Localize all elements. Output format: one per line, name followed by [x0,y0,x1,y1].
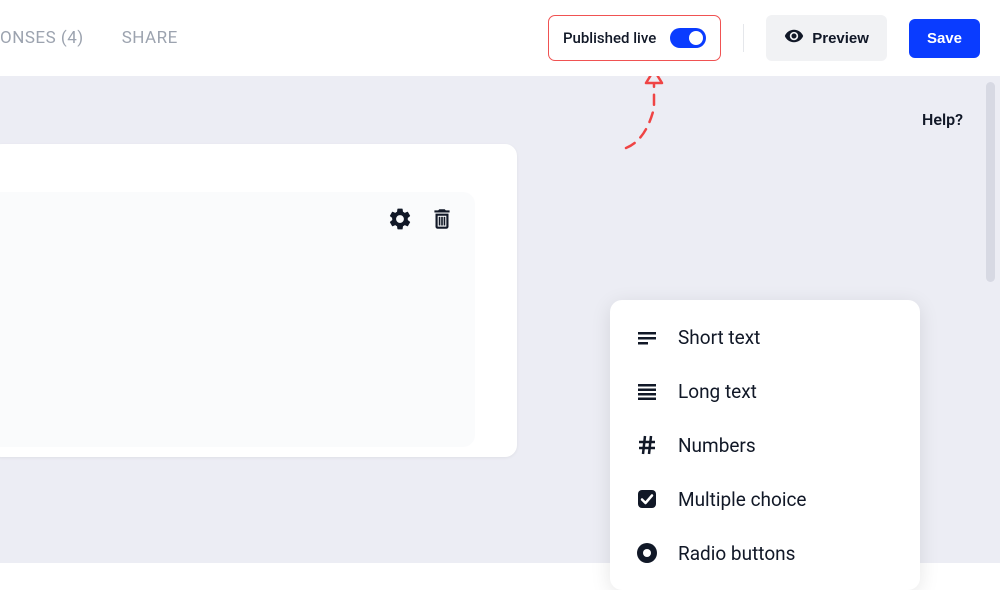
publish-toggle[interactable] [670,28,706,48]
divider [743,24,744,52]
dd-item-short-text[interactable]: Short text [610,310,920,364]
publish-toggle-box: Published live [548,15,721,61]
block-actions [387,206,455,236]
short-text-icon [634,324,660,350]
form-card [0,144,517,457]
dd-label: Long text [678,380,757,403]
topbar-right: Published live Preview Save [548,15,980,61]
radio-icon [634,540,660,566]
question-block[interactable] [0,192,475,447]
dd-label: Numbers [678,434,756,457]
save-button[interactable]: Save [909,19,980,58]
tab-group: ONSES (4) SHARE [0,28,178,48]
eye-icon [784,26,804,50]
dd-item-numbers[interactable]: Numbers [610,418,920,472]
trash-icon[interactable] [429,206,455,236]
annotation-arrow [616,68,686,158]
scrollbar[interactable] [986,82,995,282]
dd-label: Multiple choice [678,488,806,511]
dd-label: Radio buttons [678,542,795,565]
tab-share[interactable]: SHARE [122,28,178,48]
preview-label: Preview [812,30,869,47]
dd-label: Short text [678,326,760,349]
help-link[interactable]: Help? [922,110,963,129]
tab-responses[interactable]: ONSES (4) [0,28,84,48]
question-type-dropdown: Short text Long text Numbers Multiple ch… [610,300,920,590]
dd-item-multiple-choice[interactable]: Multiple choice [610,472,920,526]
checkbox-icon [634,486,660,512]
preview-button[interactable]: Preview [766,15,887,61]
dd-item-radio-buttons[interactable]: Radio buttons [610,526,920,580]
workspace: Help? Short text [0,76,1000,563]
dd-item-long-text[interactable]: Long text [610,364,920,418]
topbar: ONSES (4) SHARE Published live Preview S… [0,0,1000,76]
publish-label: Published live [563,29,656,47]
toggle-knob [689,31,703,45]
save-label: Save [927,30,962,47]
gear-icon[interactable] [387,206,413,236]
hash-icon [634,432,660,458]
long-text-icon [634,378,660,404]
